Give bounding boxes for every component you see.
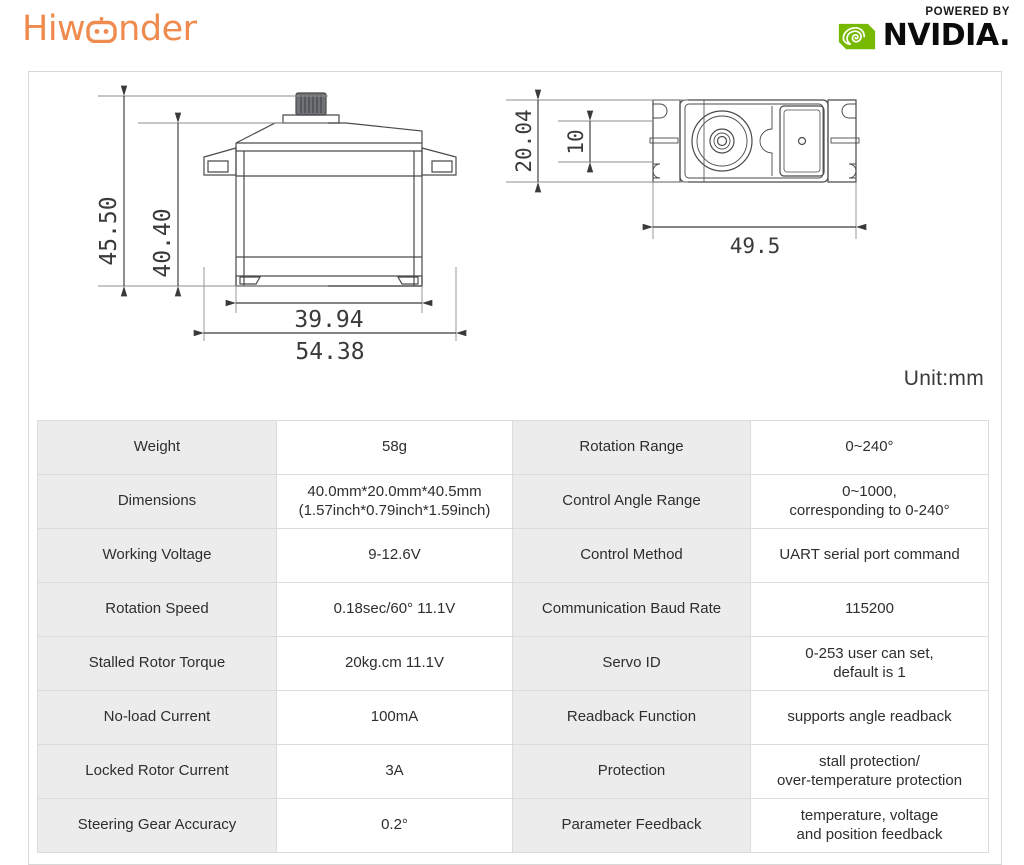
spec-label-parameter-feedback: Parameter Feedback bbox=[512, 798, 751, 853]
table-row: Working Voltage 9-12.6V Control Method U… bbox=[37, 528, 989, 583]
nvidia-badge: POWERED BY NVIDIA. bbox=[837, 6, 1011, 53]
spec-value-rotation-range: 0~240° bbox=[750, 420, 989, 475]
spec-value-servo-id-line1: 0-253 user can set, bbox=[805, 644, 934, 662]
spec-label-dimensions: Dimensions bbox=[37, 474, 277, 529]
table-row: No-load Current 100mA Readback Function … bbox=[37, 690, 989, 745]
spec-label-control-method: Control Method bbox=[512, 528, 751, 583]
spec-label-locked-rotor-current: Locked Rotor Current bbox=[37, 744, 277, 799]
spec-value-protection-line2: over-temperature protection bbox=[776, 771, 963, 789]
spec-label-weight: Weight bbox=[37, 420, 277, 475]
spec-label-protection: Protection bbox=[512, 744, 751, 799]
table-row: Weight 58g Rotation Range 0~240° bbox=[37, 420, 989, 475]
spec-value-locked-rotor-current: 3A bbox=[276, 744, 513, 799]
table-row: Stalled Rotor Torque 20kg.cm 11.1V Servo… bbox=[37, 636, 989, 691]
dim-overall-depth: 20.04 bbox=[512, 109, 536, 172]
spec-label-control-angle-range: Control Angle Range bbox=[512, 474, 751, 529]
spec-value-rotation-speed: 0.18sec/60° 11.1V bbox=[276, 582, 513, 637]
nvidia-wordmark: NVIDIA. bbox=[882, 18, 1011, 53]
robot-face-icon bbox=[86, 17, 117, 43]
dim-body-width: 39.94 bbox=[294, 307, 363, 333]
table-row: Locked Rotor Current 3A Protection stall… bbox=[37, 744, 989, 799]
dim-overall-height: 45.50 bbox=[96, 196, 122, 265]
spec-value-parameter-feedback-line2: and position feedback bbox=[796, 825, 943, 843]
spec-value-no-load-current: 100mA bbox=[276, 690, 513, 745]
spec-value-working-voltage: 9-12.6V bbox=[276, 528, 513, 583]
hiwonder-logo: Hiw nder bbox=[22, 9, 197, 49]
powered-by-label: POWERED BY bbox=[925, 6, 1010, 18]
spec-label-servo-id: Servo ID bbox=[512, 636, 751, 691]
dim-body-height: 40.40 bbox=[150, 208, 176, 277]
table-row: Steering Gear Accuracy 0.2° Parameter Fe… bbox=[37, 798, 989, 853]
hiwonder-logo-text-part2: nder bbox=[118, 9, 197, 49]
table-row: Dimensions 40.0mm*20.0mm*40.5mm (1.57inc… bbox=[37, 474, 989, 529]
spec-value-dimensions: 40.0mm*20.0mm*40.5mm (1.57inch*0.79inch*… bbox=[276, 474, 513, 529]
unit-label: Unit:mm bbox=[903, 367, 984, 390]
technical-drawing: 45.50 40.40 39.94 54.38 20.04 10 49.5 Un… bbox=[28, 71, 1002, 411]
spec-value-communication-baud-rate: 115200 bbox=[750, 582, 989, 637]
spec-value-steering-gear-accuracy: 0.2° bbox=[276, 798, 513, 853]
hiwonder-logo-text-part1: Hiw bbox=[22, 9, 86, 49]
spec-label-steering-gear-accuracy: Steering Gear Accuracy bbox=[37, 798, 277, 853]
spec-value-parameter-feedback-line1: temperature, voltage bbox=[800, 806, 939, 824]
specification-table: Weight 58g Rotation Range 0~240° Dimensi… bbox=[37, 420, 989, 853]
dim-tab-thickness: 10 bbox=[564, 129, 588, 154]
spec-value-protection-line1: stall protection/ bbox=[819, 752, 920, 770]
dim-overall-length: 49.5 bbox=[730, 234, 781, 258]
spec-value-servo-id: 0-253 user can set, default is 1 bbox=[750, 636, 989, 691]
spec-label-working-voltage: Working Voltage bbox=[37, 528, 277, 583]
spec-value-control-angle-range-line2: corresponding to 0-240° bbox=[789, 501, 950, 519]
spec-value-weight: 58g bbox=[276, 420, 513, 475]
spec-value-protection: stall protection/ over-temperature prote… bbox=[750, 744, 989, 799]
spec-label-readback-function: Readback Function bbox=[512, 690, 751, 745]
spec-label-rotation-range: Rotation Range bbox=[512, 420, 751, 475]
spec-value-control-angle-range: 0~1000, corresponding to 0-240° bbox=[750, 474, 989, 529]
servo-front-view-geometry bbox=[203, 92, 457, 287]
spec-value-control-method: UART serial port command bbox=[750, 528, 989, 583]
spec-value-readback-function: supports angle readback bbox=[750, 690, 989, 745]
spec-value-dimensions-line2: (1.57inch*0.79inch*1.59inch) bbox=[298, 501, 491, 519]
servo-top-view-geometry bbox=[649, 99, 860, 183]
spec-value-dimensions-line1: 40.0mm*20.0mm*40.5mm bbox=[307, 482, 482, 500]
spec-label-stalled-rotor-torque: Stalled Rotor Torque bbox=[37, 636, 277, 691]
spec-value-parameter-feedback: temperature, voltage and position feedba… bbox=[750, 798, 989, 853]
spec-label-communication-baud-rate: Communication Baud Rate bbox=[512, 582, 751, 637]
spec-value-control-angle-range-line1: 0~1000, bbox=[842, 482, 897, 500]
nvidia-eye-icon bbox=[838, 23, 875, 49]
spec-value-servo-id-line2: default is 1 bbox=[833, 663, 906, 681]
spec-label-no-load-current: No-load Current bbox=[37, 690, 277, 745]
spec-label-rotation-speed: Rotation Speed bbox=[37, 582, 277, 637]
dim-overall-width: 54.38 bbox=[295, 339, 364, 365]
spec-value-stalled-rotor-torque: 20kg.cm 11.1V bbox=[276, 636, 513, 691]
table-row: Rotation Speed 0.18sec/60° 11.1V Communi… bbox=[37, 582, 989, 637]
page-header: Hiw nder POWERED BY NVIDIA. bbox=[0, 0, 1024, 68]
